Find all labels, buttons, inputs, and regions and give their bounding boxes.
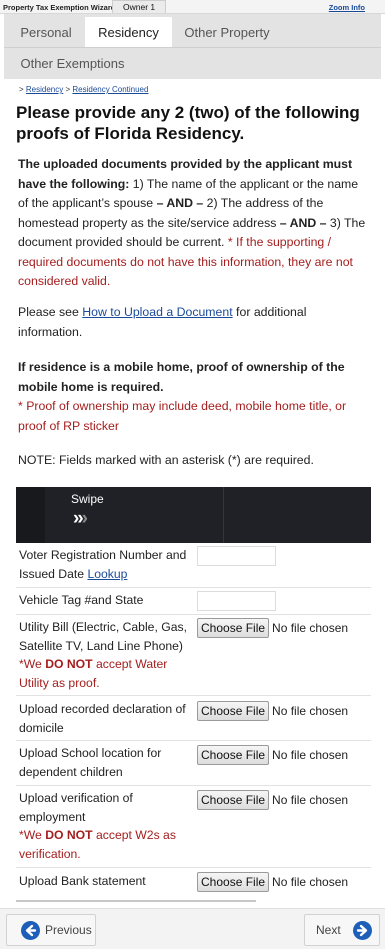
breadcrumb-residency[interactable]: Residency	[26, 85, 63, 94]
school-location-label: Upload School location for dependent chi…	[19, 746, 162, 779]
choose-file-button[interactable]: Choose File	[197, 701, 270, 721]
tab-other-property[interactable]: Other Property	[174, 17, 280, 48]
no-file-chosen: No file chosen	[272, 875, 349, 889]
employment-label: Upload verification of employment *We DO…	[19, 789, 195, 863]
previous-button[interactable]: Previous	[6, 914, 96, 946]
and-connector-1: – AND –	[156, 196, 204, 210]
tab-other-exemptions[interactable]: Other Exemptions	[10, 48, 135, 79]
voter-registration-input[interactable]	[197, 546, 276, 566]
bank-statement-label: Upload Bank statement	[19, 874, 146, 888]
tab-bar: Personal Residency Other Property Other …	[4, 14, 381, 79]
next-button[interactable]: Next	[304, 914, 380, 946]
bank-statement-file-input[interactable]: Choose File No file chosen	[197, 872, 348, 892]
choose-file-button[interactable]: Choose File	[197, 872, 270, 892]
table-row-employment: Upload verification of employment *We DO…	[16, 786, 371, 868]
upload-help-paragraph: Please see How to Upload a Document for …	[18, 303, 370, 342]
breadcrumb-separator: >	[65, 85, 71, 94]
table-horizontal-scrollbar[interactable]	[16, 900, 256, 902]
choose-file-button[interactable]: Choose File	[197, 618, 270, 638]
breadcrumb-prefix: >	[19, 85, 24, 94]
previous-label: Previous	[45, 923, 92, 937]
mobile-home-proof-note: * Proof of ownership may include deed, m…	[18, 399, 347, 433]
arrow-left-icon	[21, 921, 40, 940]
school-location-file-input[interactable]: Choose File No file chosen	[197, 745, 348, 765]
no-file-chosen: No file chosen	[272, 704, 349, 718]
vehicle-tag-label: Vehicle Tag #and State	[19, 593, 144, 607]
utility-bill-file-input[interactable]: Choose File No file chosen	[197, 618, 348, 638]
utility-bill-text: Utility Bill (Electric, Cable, Gas, Sate…	[19, 620, 187, 653]
voter-registration-label: Voter Registration Number and Issued Dat…	[19, 546, 195, 583]
utility-bill-label: Utility Bill (Electric, Cable, Gas, Sate…	[19, 618, 195, 692]
next-label: Next	[316, 923, 341, 937]
declaration-file-input[interactable]: Choose File No file chosen	[197, 701, 348, 721]
no-file-chosen: No file chosen	[272, 748, 349, 762]
employment-file-input[interactable]: Choose File No file chosen	[197, 790, 348, 810]
tab-residency[interactable]: Residency	[85, 17, 172, 48]
breadcrumb-residency-continued[interactable]: Residency Continued	[72, 85, 148, 94]
declaration-label: Upload recorded declaration of domicile	[19, 702, 186, 735]
wizard-navigation: Previous Next	[0, 908, 385, 949]
header-column-divider	[223, 487, 224, 543]
breadcrumb: > Residency > Residency Continued	[19, 85, 148, 94]
tab-personal[interactable]: Personal	[10, 17, 82, 48]
lookup-link[interactable]: Lookup	[87, 567, 127, 581]
vehicle-tag-input[interactable]	[197, 591, 276, 611]
employment-note: *We DO NOT accept W2s as verification.	[19, 828, 176, 861]
table-row-school-location: Upload School location for dependent chi…	[16, 741, 371, 786]
utility-bill-note: *We DO NOT accept Water Utility as proof…	[19, 657, 168, 690]
no-file-chosen: No file chosen	[272, 621, 349, 635]
how-to-upload-link[interactable]: How to Upload a Document	[82, 305, 232, 319]
zoom-info-link[interactable]: Zoom Info	[329, 3, 365, 12]
upload-help-pre: Please see	[18, 305, 83, 319]
required-fields-note: NOTE: Fields marked with an asterisk (*)…	[18, 453, 314, 467]
requirements-paragraph: The uploaded documents provided by the a…	[18, 155, 370, 292]
no-file-chosen: No file chosen	[272, 793, 349, 807]
header-column-1	[16, 487, 45, 543]
choose-file-button[interactable]: Choose File	[197, 745, 270, 765]
table-row-utility-bill: Utility Bill (Electric, Cable, Gas, Sate…	[16, 615, 371, 696]
chevrons-right-icon: ›››	[73, 508, 88, 529]
and-connector-2: – AND –	[279, 215, 327, 230]
mobile-home-paragraph: If residence is a mobile home, proof of …	[18, 358, 370, 436]
swipe-label: Swipe	[71, 492, 104, 506]
wizard-title: Property Tax Exemption Wizard -	[3, 3, 120, 12]
table-row-bank-statement: Upload Bank statement Choose File No file…	[16, 868, 371, 896]
mobile-home-requirement: If residence is a mobile home, proof of …	[18, 360, 345, 394]
owner-tab[interactable]: Owner 1	[112, 0, 167, 13]
table-row-declaration-of-domicile: Upload recorded declaration of domicile …	[16, 696, 371, 741]
choose-file-button[interactable]: Choose File	[197, 790, 270, 810]
wizard-topbar: Property Tax Exemption Wizard - Owner 1 …	[0, 0, 385, 14]
employment-text: Upload verification of employment	[19, 791, 133, 824]
page-title: Please provide any 2 (two) of the follow…	[16, 103, 360, 143]
documents-table-header: Swipe ›››	[16, 487, 371, 543]
arrow-right-icon	[353, 921, 372, 940]
table-row-voter-registration: Voter Registration Number and Issued Dat…	[16, 543, 371, 588]
table-row-vehicle-tag: Vehicle Tag #and State	[16, 588, 371, 615]
